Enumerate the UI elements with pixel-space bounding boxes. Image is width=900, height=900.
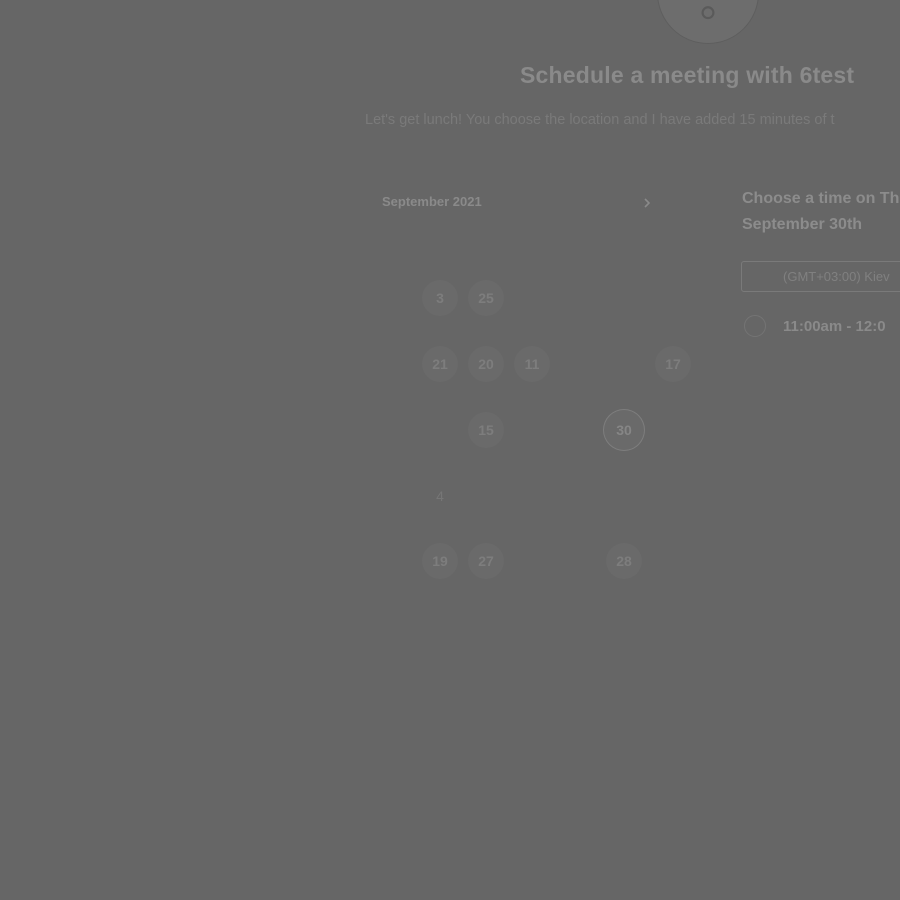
- calendar-month-label: September 2021: [382, 194, 482, 209]
- chevron-right-icon: [644, 198, 651, 208]
- user-icon: [701, 6, 715, 20]
- calendar-day[interactable]: 19: [422, 543, 458, 579]
- host-avatar: [657, 0, 759, 44]
- calendar-day[interactable]: 3: [422, 280, 458, 316]
- calendar-day[interactable]: 25: [468, 280, 504, 316]
- meeting-description: Let's get lunch! You choose the location…: [365, 112, 835, 128]
- time-picker-heading: Choose a time on Th September 30th: [742, 190, 900, 233]
- calendar-day[interactable]: 21: [422, 346, 458, 382]
- next-month-button[interactable]: [636, 192, 658, 214]
- page-title: Schedule a meeting with 6test: [520, 62, 855, 88]
- time-slot-option[interactable]: 11:00am - 12:0: [744, 312, 886, 340]
- calendar-day[interactable]: 27: [468, 543, 504, 579]
- calendar-day: 4: [436, 488, 444, 504]
- time-slot-label: 11:00am - 12:0: [783, 317, 886, 335]
- calendar-day[interactable]: 28: [606, 543, 642, 579]
- calendar-day[interactable]: 20: [468, 346, 504, 382]
- calendar-day[interactable]: 11: [514, 346, 550, 382]
- time-slot-radio[interactable]: [744, 315, 766, 337]
- weekday-header: [395, 240, 695, 258]
- calendar-day[interactable]: 17: [655, 346, 691, 382]
- timezone-label: (GMT+03:00) Kiev: [783, 269, 890, 284]
- calendar-day[interactable]: 15: [468, 412, 504, 448]
- timezone-select[interactable]: (GMT+03:00) Kiev: [741, 261, 900, 292]
- calendar-day-selected[interactable]: 30: [604, 410, 644, 450]
